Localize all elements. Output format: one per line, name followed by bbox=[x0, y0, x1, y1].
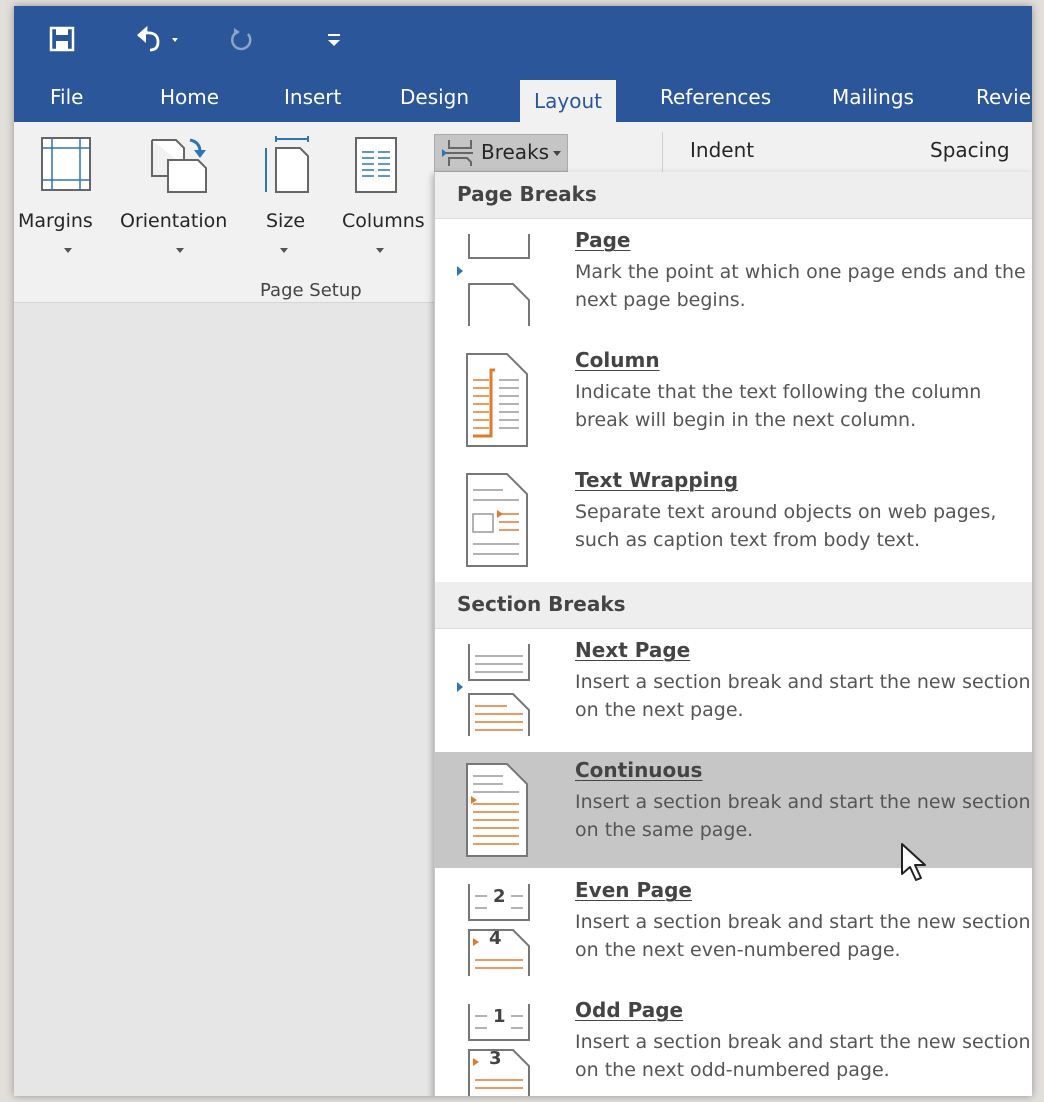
orientation-label: Orientation bbox=[120, 210, 228, 232]
page-breaks-header: Page Breaks bbox=[435, 172, 1032, 219]
section-breaks-heading: Section Breaks bbox=[457, 592, 626, 616]
customize-toolbar-icon[interactable] bbox=[324, 20, 344, 58]
menu-item-next-page[interactable]: Next Page Insert a section break and sta… bbox=[435, 632, 1032, 748]
breaks-dropdown-menu: Page Breaks Page Mark the point at which… bbox=[434, 172, 1032, 1096]
tab-references[interactable]: References bbox=[660, 72, 771, 122]
indent-label: Indent bbox=[690, 138, 755, 162]
orientation-button[interactable]: Orientation bbox=[118, 122, 240, 272]
even-page-bottom-number: 4 bbox=[489, 928, 502, 949]
tab-mailings[interactable]: Mailings bbox=[832, 72, 914, 122]
menu-item-description: Insert a section break and start the new… bbox=[575, 791, 1031, 841]
page-setup-group-label: Page Setup bbox=[260, 280, 362, 301]
size-label: Size bbox=[266, 210, 306, 232]
next-page-icon bbox=[457, 644, 530, 736]
undo-icon[interactable] bbox=[132, 20, 182, 58]
menu-item-description: Indicate that the text following the col… bbox=[575, 381, 982, 431]
odd-page-top-number: 1 bbox=[493, 1006, 506, 1027]
even-page-top-number: 2 bbox=[493, 886, 506, 907]
columns-button[interactable]: Columns bbox=[332, 122, 428, 272]
tab-insert[interactable]: Insert bbox=[284, 72, 341, 122]
size-button[interactable]: Size bbox=[254, 122, 314, 272]
menu-item-title: Even Page bbox=[575, 878, 692, 902]
word-window: File Home Insert Design Layout Reference… bbox=[14, 6, 1032, 1096]
menu-item-title: Odd Page bbox=[575, 998, 684, 1022]
chevron-down-icon bbox=[64, 248, 72, 253]
ribbon-tabs: File Home Insert Design Layout Reference… bbox=[14, 72, 1032, 122]
tab-file[interactable]: File bbox=[50, 72, 83, 122]
spacing-label: Spacing bbox=[930, 138, 1010, 162]
menu-item-title: Next Page bbox=[575, 638, 691, 662]
menu-item-column[interactable]: Column Indicate that the text following … bbox=[435, 342, 1032, 458]
save-icon[interactable] bbox=[48, 20, 76, 58]
margins-label: Margins bbox=[18, 210, 93, 232]
tab-review[interactable]: Revie bbox=[976, 72, 1031, 122]
chevron-down-icon bbox=[176, 248, 184, 253]
redo-icon bbox=[230, 28, 252, 51]
menu-item-continuous[interactable]: Continuous Insert a section break and st… bbox=[435, 752, 1032, 868]
margins-icon bbox=[41, 137, 91, 191]
menu-item-title: Page bbox=[575, 228, 631, 252]
chevron-down-icon bbox=[553, 151, 561, 156]
quick-access-toolbar bbox=[14, 6, 1032, 72]
size-icon bbox=[265, 136, 309, 193]
mouse-pointer-icon bbox=[901, 843, 926, 881]
chevron-down-icon bbox=[280, 248, 288, 253]
page-break-icon bbox=[457, 234, 530, 326]
page-breaks-heading: Page Breaks bbox=[457, 182, 597, 206]
section-breaks-header: Section Breaks bbox=[435, 582, 1032, 629]
menu-item-description: Insert a section break and start the new… bbox=[575, 911, 1031, 961]
menu-item-text-wrapping[interactable]: Text Wrapping Separate text around objec… bbox=[435, 462, 1032, 578]
tab-home[interactable]: Home bbox=[160, 72, 219, 122]
breaks-icon bbox=[442, 140, 473, 166]
menu-item-even-page[interactable]: 2 4 Even Page Insert a section break and… bbox=[435, 872, 1032, 988]
orientation-icon bbox=[151, 138, 207, 193]
odd-page-bottom-number: 3 bbox=[489, 1048, 502, 1069]
menu-item-title: Continuous bbox=[575, 758, 703, 782]
continuous-icon bbox=[466, 763, 528, 857]
menu-item-title: Column bbox=[575, 348, 660, 372]
ribbon-divider bbox=[662, 132, 663, 176]
menu-item-description: Insert a section break and start the new… bbox=[575, 671, 1031, 721]
chevron-down-icon bbox=[376, 248, 384, 253]
margins-button[interactable]: Margins bbox=[14, 122, 118, 272]
menu-item-title: Text Wrapping bbox=[575, 468, 739, 492]
menu-item-page[interactable]: Page Mark the point at which one page en… bbox=[435, 222, 1032, 338]
menu-item-description: Separate text around objects on web page… bbox=[575, 501, 997, 551]
menu-item-description: Mark the point at which one page ends an… bbox=[575, 261, 1026, 311]
text-wrapping-icon bbox=[466, 473, 528, 567]
menu-item-odd-page[interactable]: 1 3 Odd Page Insert a section break and … bbox=[435, 992, 1032, 1096]
breaks-label: Breaks bbox=[481, 140, 550, 164]
column-break-icon bbox=[466, 353, 528, 447]
columns-label: Columns bbox=[342, 210, 425, 232]
breaks-button[interactable]: Breaks bbox=[434, 134, 568, 172]
menu-item-description: Insert a section break and start the new… bbox=[575, 1031, 1031, 1081]
columns-icon bbox=[355, 137, 397, 193]
tab-layout[interactable]: Layout bbox=[520, 80, 616, 122]
tab-design[interactable]: Design bbox=[400, 72, 469, 122]
